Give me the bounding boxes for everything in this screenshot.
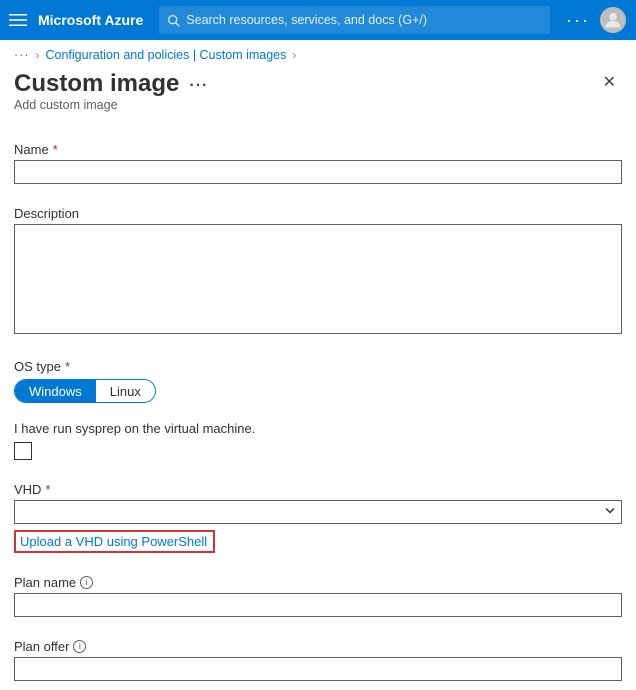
- breadcrumb-overflow[interactable]: ···: [14, 48, 30, 62]
- field-os-type: OS type * Windows Linux: [14, 359, 622, 403]
- close-icon[interactable]: ✕: [597, 70, 622, 94]
- plan-name-input[interactable]: [14, 593, 622, 617]
- plan-offer-label: Plan offer: [14, 639, 69, 654]
- plan-name-label: Plan name: [14, 575, 76, 590]
- more-icon[interactable]: ···: [566, 11, 590, 29]
- custom-image-form: Name * Description OS type * Windows Lin…: [0, 116, 636, 690]
- os-windows-button[interactable]: Windows: [15, 380, 96, 402]
- description-textarea[interactable]: [14, 224, 622, 334]
- name-input[interactable]: [14, 160, 622, 184]
- plan-offer-input[interactable]: [14, 657, 622, 681]
- chevron-right-icon: ›: [292, 48, 296, 62]
- menu-icon[interactable]: [6, 8, 30, 32]
- title-bar: Custom image ··· ✕: [0, 66, 636, 98]
- name-label: Name: [14, 142, 49, 157]
- breadcrumb: ··· › Configuration and policies | Custo…: [0, 40, 636, 66]
- page-subtitle: Add custom image: [0, 98, 636, 116]
- upload-vhd-link[interactable]: Upload a VHD using PowerShell: [20, 534, 207, 549]
- vhd-select[interactable]: [14, 500, 622, 524]
- sysprep-checkbox[interactable]: [14, 442, 32, 460]
- vhd-label: VHD: [14, 482, 41, 497]
- chevron-right-icon: ›: [36, 48, 40, 62]
- info-icon[interactable]: i: [80, 576, 93, 589]
- upload-vhd-highlight: Upload a VHD using PowerShell: [14, 530, 215, 553]
- field-name: Name *: [14, 142, 622, 184]
- required-asterisk: *: [45, 482, 50, 497]
- header-right: ···: [558, 7, 626, 33]
- title-more-icon[interactable]: ···: [189, 77, 208, 95]
- field-plan-name: Plan name i: [14, 575, 622, 617]
- page-title: Custom image: [14, 70, 179, 98]
- sysprep-helper: I have run sysprep on the virtual machin…: [14, 421, 622, 436]
- required-asterisk: *: [53, 142, 58, 157]
- os-linux-button[interactable]: Linux: [96, 380, 155, 402]
- search-input[interactable]: Search resources, services, and docs (G+…: [159, 6, 550, 34]
- search-placeholder: Search resources, services, and docs (G+…: [186, 13, 427, 27]
- field-description: Description: [14, 206, 622, 337]
- os-type-label: OS type: [14, 359, 61, 374]
- brand-logo[interactable]: Microsoft Azure: [38, 12, 151, 28]
- avatar[interactable]: [600, 7, 626, 33]
- search-icon: [167, 14, 180, 27]
- field-vhd: VHD * Upload a VHD using PowerShell: [14, 482, 622, 553]
- field-plan-offer: Plan offer i: [14, 639, 622, 681]
- breadcrumb-link-config[interactable]: Configuration and policies | Custom imag…: [46, 48, 287, 62]
- description-label: Description: [14, 206, 79, 221]
- os-type-toggle: Windows Linux: [14, 379, 156, 403]
- azure-top-bar: Microsoft Azure Search resources, servic…: [0, 0, 636, 40]
- required-asterisk: *: [65, 359, 70, 374]
- info-icon[interactable]: i: [73, 640, 86, 653]
